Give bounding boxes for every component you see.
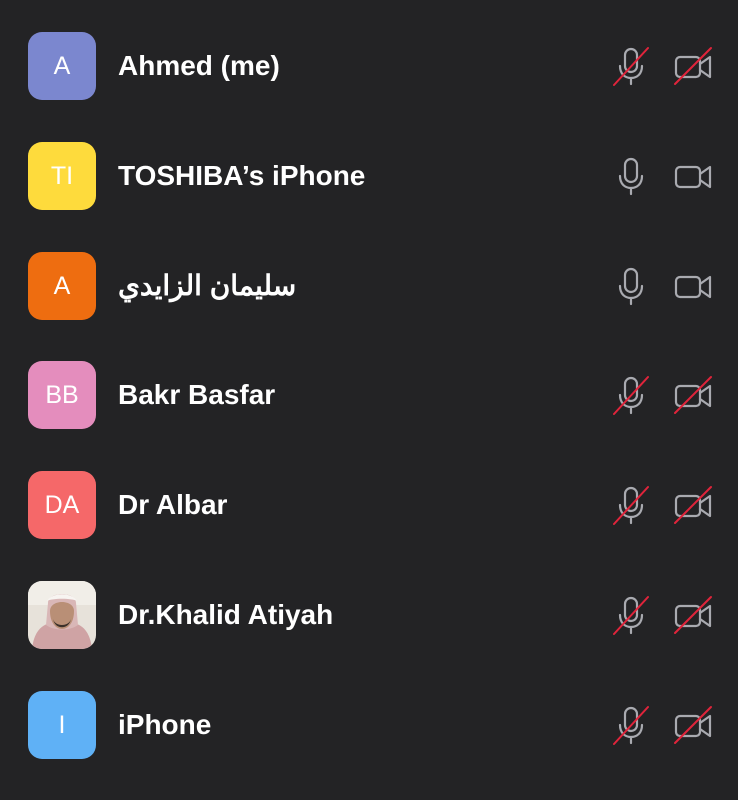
participant-name: سليمان الزايدي [118,270,297,301]
microphone-muted-icon[interactable] [608,373,654,419]
video-camera-off-icon[interactable] [671,483,717,529]
avatar: A [28,32,96,100]
participant-name: Dr Albar [118,489,228,520]
participant-row[interactable]: TI TOSHIBA’s iPhone [0,141,738,251]
microphone-muted-icon[interactable] [608,593,654,639]
participant-name: TOSHIBA’s iPhone [118,160,366,191]
microphone-icon[interactable] [608,264,654,310]
participant-list: A Ahmed (me) TI TOSHIBA’s iPhone A سليما… [0,0,738,787]
avatar: I [28,691,96,759]
participant-name: iPhone [118,709,212,740]
participant-row[interactable]: I iPhone [0,690,738,800]
participant-row[interactable]: Dr.Khalid Atiyah [0,580,738,690]
participant-name: Bakr Basfar [118,379,276,410]
video-camera-off-icon[interactable] [671,373,717,419]
microphone-muted-icon[interactable] [608,703,654,749]
avatar: A [28,252,96,320]
video-camera-off-icon[interactable] [671,703,717,749]
video-camera-icon[interactable] [671,154,717,200]
participant-name: Ahmed (me) [118,50,280,81]
participant-row[interactable]: A سليمان الزايدي [0,251,738,361]
avatar: TI [28,142,96,210]
participant-name: Dr.Khalid Atiyah [118,599,334,630]
avatar-photo [28,581,96,649]
microphone-muted-icon[interactable] [608,44,654,90]
avatar: BB [28,361,96,429]
avatar: DA [28,471,96,539]
video-camera-off-icon[interactable] [671,44,717,90]
participant-row[interactable]: BB Bakr Basfar [0,360,738,470]
video-camera-icon[interactable] [671,264,717,310]
microphone-muted-icon[interactable] [608,483,654,529]
participant-row[interactable]: A Ahmed (me) [0,31,738,141]
microphone-icon[interactable] [608,154,654,200]
video-camera-off-icon[interactable] [671,593,717,639]
participant-row[interactable]: DA Dr Albar [0,470,738,580]
